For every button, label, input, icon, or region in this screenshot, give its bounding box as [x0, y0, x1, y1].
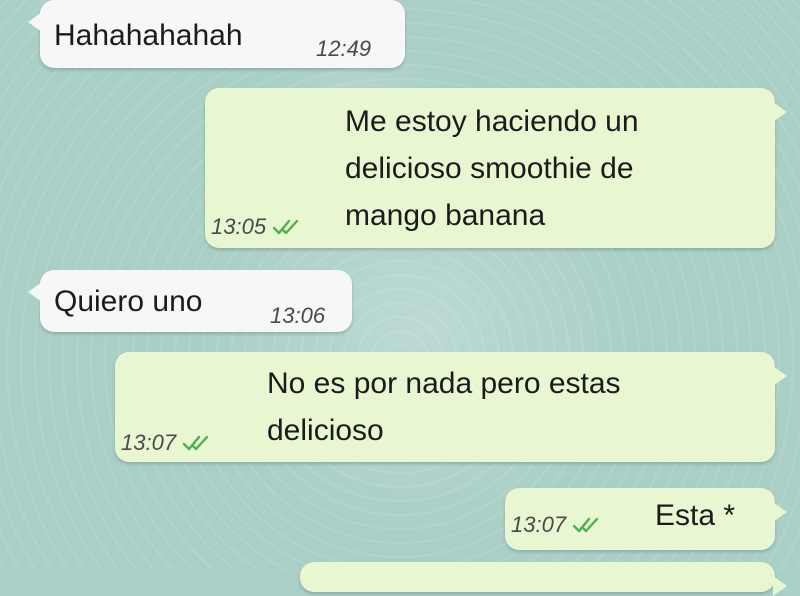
message-time: 13:07: [511, 512, 567, 537]
chat-thread[interactable]: Hahahahahah 12:49 Me estoy haciendo un d…: [0, 0, 800, 596]
message-time: 12:49: [316, 36, 372, 61]
message-meta: 12:49: [316, 36, 371, 62]
message-bubble-outgoing[interactable]: Me estoy haciendo un delicioso smoothie …: [205, 88, 787, 248]
double-check-icon: [272, 218, 302, 236]
message-meta: 13:07: [121, 430, 212, 456]
message-text: Esta *: [655, 499, 736, 532]
message-text: Me estoy haciendo un delicioso smoothie …: [345, 105, 639, 232]
message-meta: 13:06: [270, 303, 325, 329]
message-text: Hahahahahah: [54, 19, 243, 52]
message-meta: 13:05: [211, 214, 302, 240]
message-time: 13:06: [270, 303, 326, 328]
message-bubble-incoming[interactable]: Quiero uno 13:06: [28, 270, 352, 332]
message-bubble-outgoing-partial[interactable]: [300, 562, 787, 596]
message-bubble-incoming[interactable]: Hahahahahah 12:49: [28, 0, 405, 68]
message-time: 13:05: [211, 214, 267, 239]
message-text: Quiero uno: [54, 285, 203, 318]
message-time: 13:07: [121, 430, 177, 455]
message-bubble-outgoing[interactable]: Esta * 13:07: [505, 488, 787, 550]
message-meta: 13:07: [511, 512, 602, 538]
message-bubble-outgoing[interactable]: No es por nada pero estas delicioso 13:0…: [115, 352, 787, 462]
message-text: No es por nada pero estas delicioso: [267, 367, 621, 447]
double-check-icon: [572, 516, 602, 534]
double-check-icon: [182, 434, 212, 452]
